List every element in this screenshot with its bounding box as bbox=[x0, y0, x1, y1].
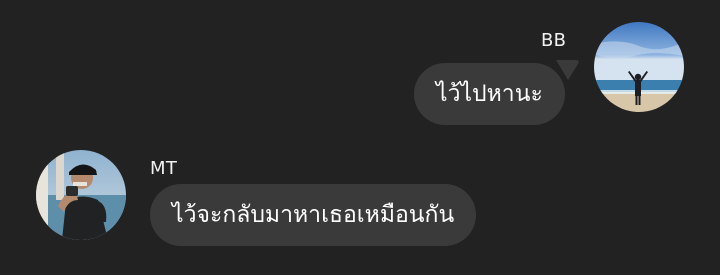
avatar-mt[interactable] bbox=[36, 150, 126, 240]
avatar-bb[interactable] bbox=[594, 22, 684, 112]
sender-name: MT bbox=[150, 158, 178, 179]
beach-person-photo-icon bbox=[594, 22, 684, 112]
message-text: ไว้ไปหานะ bbox=[436, 81, 543, 107]
chat-thread: BB ไว้ไปหานะ MT ไว้จะกลับมาหาเธอเหมือนกั… bbox=[0, 0, 720, 275]
message-bubble[interactable]: ไว้จะกลับมาหาเธอเหมือนกัน bbox=[150, 184, 477, 246]
sender-name: BB bbox=[541, 30, 567, 51]
message-text: ไว้จะกลับมาหาเธอเหมือนกัน bbox=[172, 202, 455, 228]
person-portrait-photo-icon bbox=[36, 150, 126, 240]
message-bubble[interactable]: ไว้ไปหานะ bbox=[414, 63, 565, 125]
